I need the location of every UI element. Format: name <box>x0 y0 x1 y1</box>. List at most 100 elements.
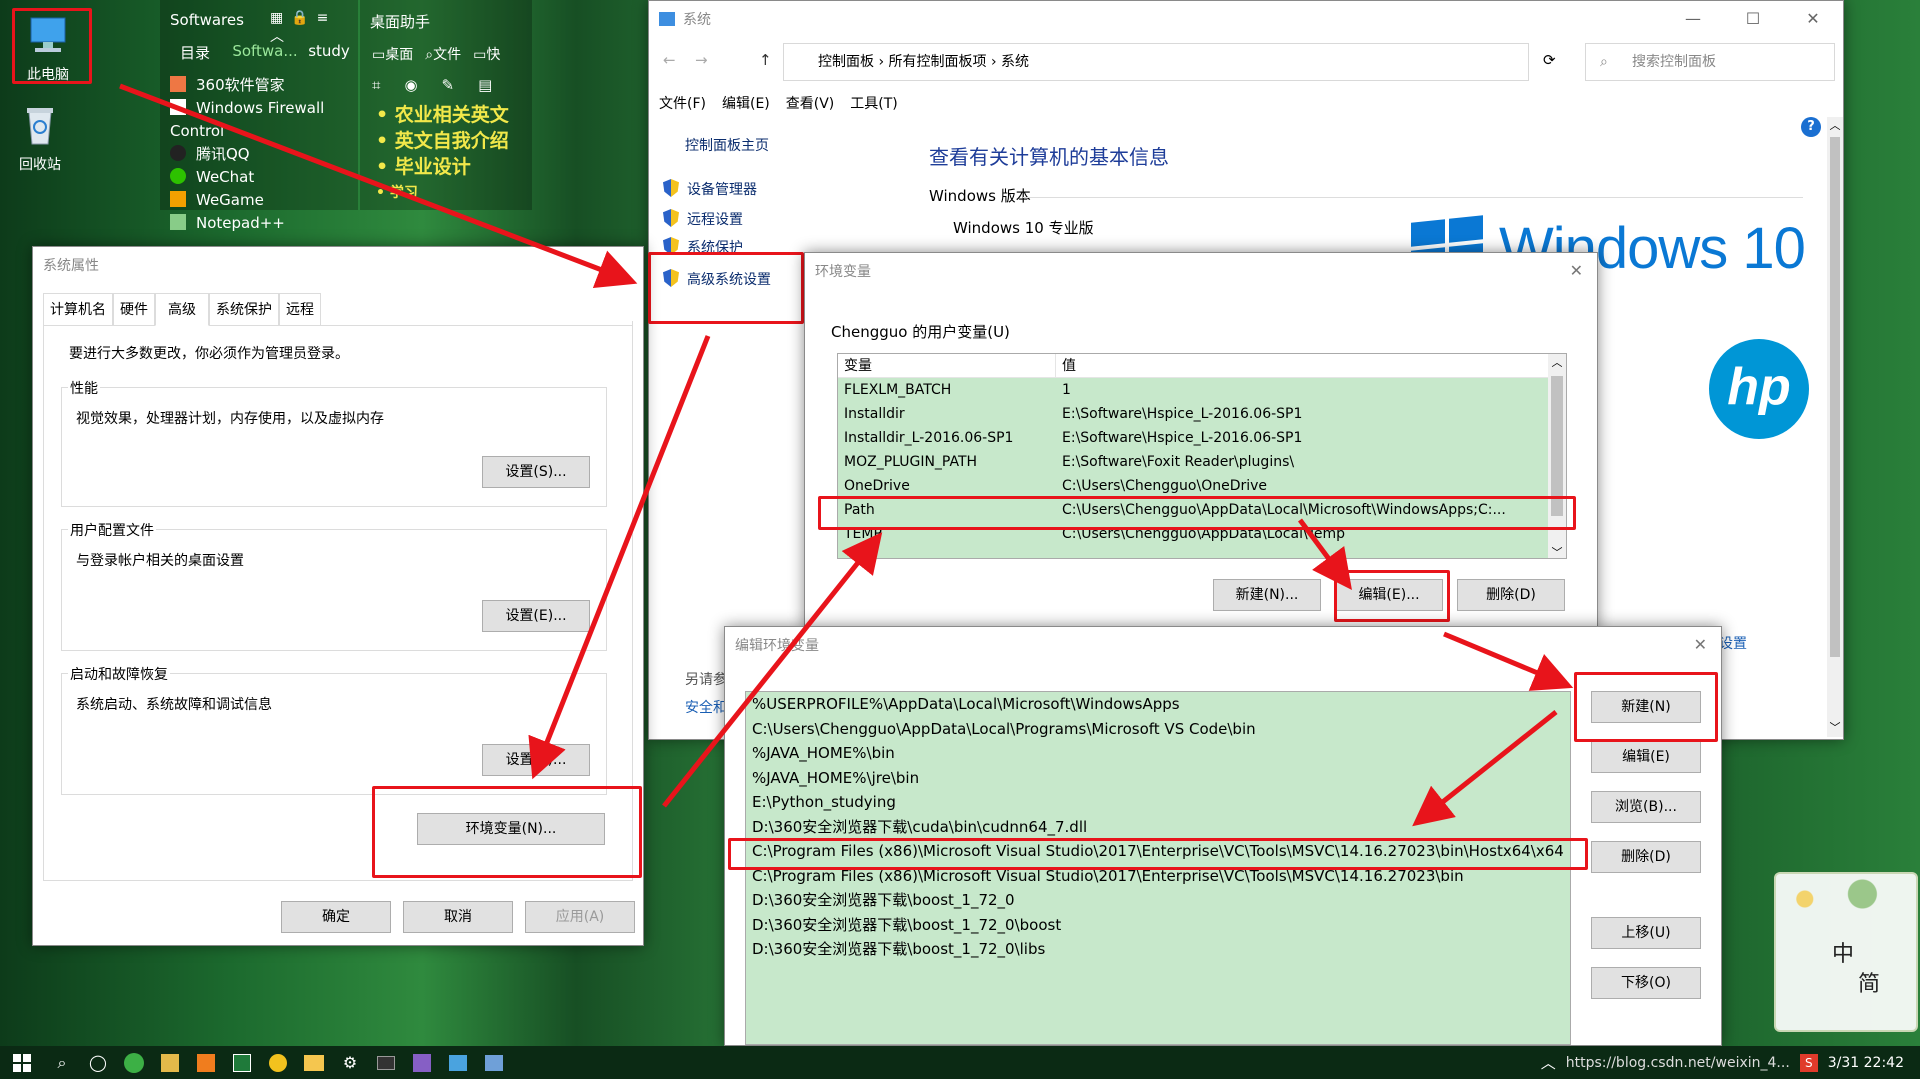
maximize-button[interactable]: ☐ <box>1723 1 1783 37</box>
security-link[interactable]: 安全和 <box>685 697 727 717</box>
menu-edit[interactable]: 编辑(E) <box>722 93 770 113</box>
side-home-link[interactable]: 控制面板主页 <box>685 135 769 155</box>
app-icon[interactable] <box>224 1046 260 1079</box>
start-button[interactable] <box>0 1046 44 1079</box>
forward-arrow-icon[interactable]: → <box>695 51 708 69</box>
table-row[interactable]: Installdir E:\Software\Hspice_L-2016.06-S… <box>838 402 1548 426</box>
fence-item[interactable]: 腾讯QQ <box>170 143 358 166</box>
fence-tab[interactable]: 目录 <box>160 42 230 63</box>
desktop-icon-recycle-bin[interactable]: 回收站 <box>0 102 80 174</box>
note-item[interactable]: • 英文自我介绍 <box>376 128 509 154</box>
path-edit-button[interactable]: 编辑(E) <box>1591 741 1701 773</box>
path-entry[interactable]: %JAVA_HOME%\bin <box>752 741 1570 766</box>
column-header-var[interactable]: 变量 <box>838 354 1056 377</box>
fence-tab[interactable]: study <box>300 42 358 63</box>
path-entry[interactable]: D:\360安全浏览器下载\boost_1_72_0 <box>752 888 1570 913</box>
scroll-thumb[interactable] <box>1551 376 1563 516</box>
new-variable-button[interactable]: 新建(N)... <box>1213 579 1321 611</box>
breadcrumb-item[interactable]: 系统 <box>1001 54 1029 70</box>
apply-button[interactable]: 应用(A) <box>525 901 635 933</box>
performance-settings-button[interactable]: 设置(S)... <box>482 456 590 488</box>
app-icon[interactable] <box>440 1046 476 1079</box>
delete-variable-button[interactable]: 删除(D) <box>1457 579 1565 611</box>
breadcrumb-item[interactable]: 所有控制面板项 <box>889 54 987 70</box>
path-move-down-button[interactable]: 下移(O) <box>1591 967 1701 999</box>
table-row[interactable]: FLEXLM_BATCH 1 <box>838 378 1548 402</box>
path-entry[interactable]: %JAVA_HOME%\jre\bin <box>752 766 1570 791</box>
breadcrumb[interactable]: 控制面板 › 所有控制面板项 › 系统 <box>783 43 1529 81</box>
table-row[interactable]: MOZ_PLUGIN_PATH E:\Software\Foxit Reader\… <box>838 450 1548 474</box>
path-entry[interactable]: C:\Users\Chengguo\AppData\Local\Programs… <box>752 717 1570 742</box>
breadcrumb-item[interactable]: 控制面板 <box>818 54 874 70</box>
visual-studio-icon[interactable] <box>404 1046 440 1079</box>
app-icon[interactable] <box>260 1046 296 1079</box>
path-entry[interactable]: D:\360安全浏览器下载\cuda\bin\cudnn64_7.dll <box>752 815 1570 840</box>
scroll-up-icon[interactable]: ︿ <box>1827 117 1843 133</box>
app-icon[interactable] <box>476 1046 512 1079</box>
sogou-ime-icon[interactable]: S <box>1799 1053 1818 1072</box>
help-icon[interactable]: ? <box>1801 117 1821 137</box>
fence-item[interactable]: WeChat <box>170 166 358 189</box>
side-link-device-manager[interactable]: 设备管理器 <box>663 179 757 199</box>
menu-file[interactable]: 文件(F) <box>659 93 706 113</box>
startup-settings-button[interactable]: 设置(T)... <box>482 744 590 776</box>
clock[interactable]: 3/31 22:42 <box>1828 1055 1904 1071</box>
note-item[interactable]: • 学习 <box>376 180 509 206</box>
up-arrow-icon[interactable]: ↑ <box>759 51 772 69</box>
chevron-up-icon[interactable]: ︿ <box>1541 1052 1556 1073</box>
search-box[interactable]: ⌕ 搜索控制面板 <box>1585 43 1835 81</box>
note-item[interactable]: • 农业相关英文 <box>376 102 509 128</box>
app-icon[interactable] <box>152 1046 188 1079</box>
cancel-button[interactable]: 取消 <box>403 901 513 933</box>
scroll-down-icon[interactable]: ﹀ <box>1548 544 1566 558</box>
profile-settings-button[interactable]: 设置(E)... <box>482 600 590 632</box>
change-settings-link[interactable]: 设置 <box>1719 633 1747 653</box>
app-icon[interactable] <box>188 1046 224 1079</box>
scroll-thumb[interactable] <box>1830 137 1840 657</box>
helper-tab[interactable]: ▭桌面 <box>372 44 413 64</box>
fence-item[interactable]: Notepad++ <box>170 212 358 235</box>
scroll-up-icon[interactable]: ︿ <box>1548 354 1566 370</box>
fence-item[interactable]: Windows Firewall Control <box>170 97 358 143</box>
scrollbar[interactable]: ︿ ﹀ <box>1827 117 1843 737</box>
column-header-val[interactable]: 值 <box>1056 354 1076 377</box>
file-explorer-icon[interactable] <box>296 1046 332 1079</box>
path-entry[interactable]: E:\Python_studying <box>752 790 1570 815</box>
menu-tools[interactable]: 工具(T) <box>850 93 897 113</box>
fence-item[interactable]: 360软件管家 <box>170 74 358 97</box>
close-icon[interactable]: ✕ <box>1694 635 1707 654</box>
search-input[interactable]: 搜索控制面板 <box>1632 54 1716 70</box>
back-arrow-icon[interactable]: ← <box>663 51 676 69</box>
ime-widget[interactable]: 中 简 <box>1774 872 1920 1032</box>
app-icon[interactable] <box>368 1046 404 1079</box>
refresh-icon[interactable]: ⟳ <box>1543 51 1556 69</box>
helper-tab[interactable]: ⌕文件 <box>425 44 461 64</box>
table-row[interactable]: OneDrive C:\Users\Chengguo\OneDrive <box>838 474 1548 498</box>
side-link-remote[interactable]: 远程设置 <box>663 209 743 229</box>
ime-mode-zh[interactable]: 中 <box>1832 936 1854 968</box>
version-label: Windows 版本 <box>929 187 1031 205</box>
table-row[interactable]: Installdir_L-2016.06-SP1 E:\Software\Hspi… <box>838 426 1548 450</box>
path-delete-button[interactable]: 删除(D) <box>1591 841 1701 873</box>
search-icon[interactable]: ⌕ <box>44 1046 80 1079</box>
ok-button[interactable]: 确定 <box>281 901 391 933</box>
scroll-down-icon[interactable]: ﹀ <box>1827 719 1843 735</box>
helper-tab[interactable]: ▭快 <box>473 44 500 64</box>
settings-gear-icon[interactable]: ⚙ <box>332 1046 368 1079</box>
path-move-up-button[interactable]: 上移(U) <box>1591 917 1701 949</box>
close-icon[interactable]: ✕ <box>1570 261 1583 280</box>
menu-view[interactable]: 查看(V) <box>786 93 835 113</box>
fence-tab-active[interactable]: Softwa... <box>230 42 300 63</box>
path-entry[interactable]: D:\360安全浏览器下载\boost_1_72_0\libs <box>752 937 1570 962</box>
browser-360-icon[interactable] <box>116 1046 152 1079</box>
path-entry[interactable]: %USERPROFILE%\AppData\Local\Microsoft\Wi… <box>752 692 1570 717</box>
minimize-button[interactable]: — <box>1663 1 1723 37</box>
note-item[interactable]: • 毕业设计 <box>376 154 509 180</box>
path-entry[interactable]: D:\360安全浏览器下载\boost_1_72_0\boost <box>752 913 1570 938</box>
close-button[interactable]: ✕ <box>1783 1 1843 37</box>
path-browse-button[interactable]: 浏览(B)... <box>1591 791 1701 823</box>
fence-item[interactable]: WeGame <box>170 189 358 212</box>
variable-value-cell: E:\Software\Foxit Reader\plugins\ <box>1062 454 1295 470</box>
task-view-icon[interactable]: ◯ <box>80 1046 116 1079</box>
ime-mode-simplified[interactable]: 简 <box>1858 966 1880 998</box>
